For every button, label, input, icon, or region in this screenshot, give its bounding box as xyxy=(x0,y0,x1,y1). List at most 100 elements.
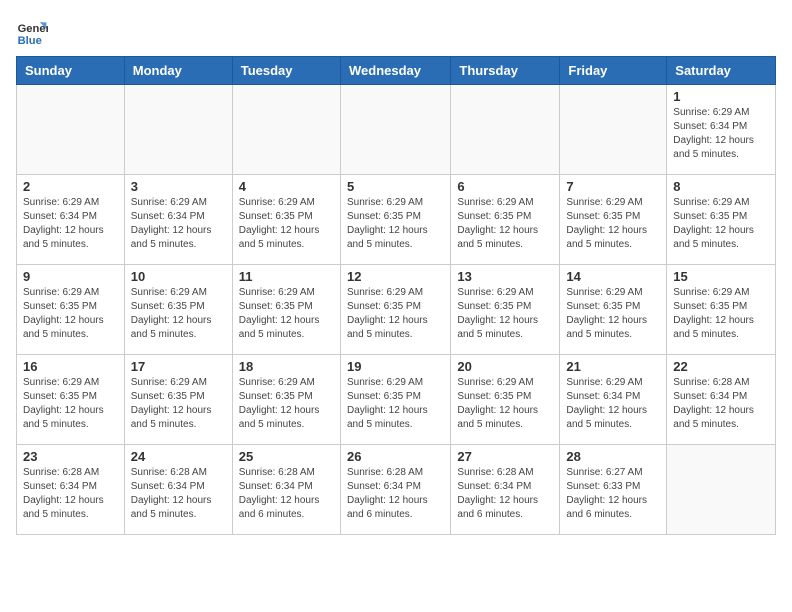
calendar-cell: 4 Sunrise: 6:29 AM Sunset: 6:35 PM Daylig… xyxy=(232,175,340,265)
day-number: 11 xyxy=(239,269,334,284)
day-number: 9 xyxy=(23,269,118,284)
day-info: Sunrise: 6:29 AM Sunset: 6:35 PM Dayligh… xyxy=(673,286,769,342)
week-row-5: 23 Sunrise: 6:28 AM Sunset: 6:34 PM Dayli… xyxy=(17,445,776,535)
day-number: 12 xyxy=(347,269,444,284)
calendar-cell xyxy=(560,85,667,175)
calendar-cell: 18Sunrise: 6:29 AM Sunset: 6:35 PM Dayli… xyxy=(232,355,340,445)
day-info: Sunrise: 6:29 AM Sunset: 6:35 PM Dayligh… xyxy=(239,196,334,252)
calendar-cell: 12 Sunrise: 6:29 AM Sunset: 6:35 PM Dayli… xyxy=(340,265,450,355)
day-info: Sunrise: 6:28 AM Sunset: 6:34 PM Dayligh… xyxy=(673,376,769,432)
week-row-3: 9 Sunrise: 6:29 AM Sunset: 6:35 PM Daylig… xyxy=(17,265,776,355)
day-number: 17 xyxy=(131,359,226,374)
day-info: Sunrise: 6:29 AM Sunset: 6:34 PM Dayligh… xyxy=(131,196,226,252)
day-number: 1 xyxy=(673,89,769,104)
calendar-cell: 6 Sunrise: 6:29 AM Sunset: 6:35 PM Daylig… xyxy=(451,175,560,265)
calendar-cell: 7 Sunrise: 6:29 AM Sunset: 6:35 PM Daylig… xyxy=(560,175,667,265)
day-info: Sunrise: 6:29 AM Sunset: 6:34 PM Dayligh… xyxy=(673,106,769,162)
calendar-cell: 23 Sunrise: 6:28 AM Sunset: 6:34 PM Dayli… xyxy=(17,445,125,535)
calendar-cell: 5 Sunrise: 6:29 AM Sunset: 6:35 PM Daylig… xyxy=(340,175,450,265)
day-header-sunday: Sunday xyxy=(17,57,125,85)
day-info: Sunrise: 6:28 AM Sunset: 6:34 PM Dayligh… xyxy=(457,466,553,522)
week-row-1: 1 Sunrise: 6:29 AM Sunset: 6:34 PM Daylig… xyxy=(17,85,776,175)
calendar-cell: 21 Sunrise: 6:29 AM Sunset: 6:34 PM Dayli… xyxy=(560,355,667,445)
calendar-cell: 16 Sunrise: 6:29 AM Sunset: 6:35 PM Dayli… xyxy=(17,355,125,445)
day-header-thursday: Thursday xyxy=(451,57,560,85)
day-number: 5 xyxy=(347,179,444,194)
calendar-cell: 3 Sunrise: 6:29 AM Sunset: 6:34 PM Daylig… xyxy=(124,175,232,265)
day-info: Sunrise: 6:28 AM Sunset: 6:34 PM Dayligh… xyxy=(239,466,334,522)
day-info: Sunrise: 6:29 AM Sunset: 6:34 PM Dayligh… xyxy=(23,196,118,252)
day-header-tuesday: Tuesday xyxy=(232,57,340,85)
day-number: 4 xyxy=(239,179,334,194)
day-info: Sunrise: 6:29 AM Sunset: 6:35 PM Dayligh… xyxy=(347,286,444,342)
calendar-cell: 11 Sunrise: 6:29 AM Sunset: 6:35 PM Dayli… xyxy=(232,265,340,355)
day-info: Sunrise: 6:29 AM Sunset: 6:35 PM Dayligh… xyxy=(23,286,118,342)
day-number: 15 xyxy=(673,269,769,284)
calendar-cell: 8 Sunrise: 6:29 AM Sunset: 6:35 PM Daylig… xyxy=(667,175,776,265)
day-info: Sunrise: 6:29 AM Sunset: 6:35 PM Dayligh… xyxy=(673,196,769,252)
calendar-cell xyxy=(451,85,560,175)
logo-icon: General Blue xyxy=(16,16,48,48)
calendar-cell: 22 Sunrise: 6:28 AM Sunset: 6:34 PM Dayli… xyxy=(667,355,776,445)
day-number: 7 xyxy=(566,179,660,194)
calendar-cell: 27 Sunrise: 6:28 AM Sunset: 6:34 PM Dayli… xyxy=(451,445,560,535)
calendar-cell xyxy=(124,85,232,175)
calendar-table: SundayMondayTuesdayWednesdayThursdayFrid… xyxy=(16,56,776,535)
day-number: 27 xyxy=(457,449,553,464)
day-number: 19 xyxy=(347,359,444,374)
week-row-4: 16 Sunrise: 6:29 AM Sunset: 6:35 PM Dayli… xyxy=(17,355,776,445)
day-info: Sunrise: 6:29 AM Sunset: 6:35 PM Dayligh… xyxy=(347,376,444,432)
svg-text:Blue: Blue xyxy=(18,35,42,47)
calendar-cell: 28 Sunrise: 6:27 AM Sunset: 6:33 PM Dayli… xyxy=(560,445,667,535)
day-header-saturday: Saturday xyxy=(667,57,776,85)
calendar-cell xyxy=(232,85,340,175)
calendar-cell: 20Sunrise: 6:29 AM Sunset: 6:35 PM Dayli… xyxy=(451,355,560,445)
calendar-cell: 26 Sunrise: 6:28 AM Sunset: 6:34 PM Dayli… xyxy=(340,445,450,535)
day-info: Sunrise: 6:29 AM Sunset: 6:35 PM Dayligh… xyxy=(457,286,553,342)
calendar-cell xyxy=(17,85,125,175)
day-number: 26 xyxy=(347,449,444,464)
day-number: 18 xyxy=(239,359,334,374)
calendar-cell: 2 Sunrise: 6:29 AM Sunset: 6:34 PM Daylig… xyxy=(17,175,125,265)
calendar-cell: 10 Sunrise: 6:29 AM Sunset: 6:35 PM Dayli… xyxy=(124,265,232,355)
day-info: Sunrise: 6:28 AM Sunset: 6:34 PM Dayligh… xyxy=(23,466,118,522)
calendar-cell: 25 Sunrise: 6:28 AM Sunset: 6:34 PM Dayli… xyxy=(232,445,340,535)
calendar-cell: 1 Sunrise: 6:29 AM Sunset: 6:34 PM Daylig… xyxy=(667,85,776,175)
day-number: 10 xyxy=(131,269,226,284)
day-info: Sunrise: 6:29 AM Sunset: 6:35 PM Dayligh… xyxy=(347,196,444,252)
day-number: 16 xyxy=(23,359,118,374)
calendar-cell: 15 Sunrise: 6:29 AM Sunset: 6:35 PM Dayli… xyxy=(667,265,776,355)
day-info: Sunrise: 6:29 AM Sunset: 6:35 PM Dayligh… xyxy=(457,196,553,252)
calendar-cell: 17Sunrise: 6:29 AM Sunset: 6:35 PM Dayli… xyxy=(124,355,232,445)
calendar-cell xyxy=(667,445,776,535)
day-number: 13 xyxy=(457,269,553,284)
day-number: 6 xyxy=(457,179,553,194)
day-info: Sunrise: 6:29 AM Sunset: 6:34 PM Dayligh… xyxy=(566,376,660,432)
day-number: 8 xyxy=(673,179,769,194)
day-number: 24 xyxy=(131,449,226,464)
day-info: Sunrise: 6:29 AM Sunset: 6:35 PM Dayligh… xyxy=(131,286,226,342)
day-info: Sunrise: 6:27 AM Sunset: 6:33 PM Dayligh… xyxy=(566,466,660,522)
calendar-cell: 13 Sunrise: 6:29 AM Sunset: 6:35 PM Dayli… xyxy=(451,265,560,355)
day-number: 14 xyxy=(566,269,660,284)
calendar-cell: 14 Sunrise: 6:29 AM Sunset: 6:35 PM Dayli… xyxy=(560,265,667,355)
calendar-cell xyxy=(340,85,450,175)
day-info: Sunrise: 6:29 AM Sunset: 6:35 PM Dayligh… xyxy=(566,286,660,342)
day-number: 23 xyxy=(23,449,118,464)
day-info: Sunrise: 6:29 AM Sunset: 6:35 PM Dayligh… xyxy=(239,286,334,342)
calendar-header-row: SundayMondayTuesdayWednesdayThursdayFrid… xyxy=(17,57,776,85)
logo: General Blue xyxy=(16,16,52,48)
day-number: 21 xyxy=(566,359,660,374)
day-number: 25 xyxy=(239,449,334,464)
day-info: Sunrise: 6:29 AM Sunset: 6:35 PM Dayligh… xyxy=(566,196,660,252)
day-number: 22 xyxy=(673,359,769,374)
day-number: 3 xyxy=(131,179,226,194)
day-number: 28 xyxy=(566,449,660,464)
day-header-monday: Monday xyxy=(124,57,232,85)
day-info: Sunrise: 6:28 AM Sunset: 6:34 PM Dayligh… xyxy=(347,466,444,522)
day-info: Sunrise: 6:29 AM Sunset: 6:35 PM Dayligh… xyxy=(23,376,118,432)
day-header-friday: Friday xyxy=(560,57,667,85)
day-header-wednesday: Wednesday xyxy=(340,57,450,85)
day-number: 2 xyxy=(23,179,118,194)
calendar-cell: 9 Sunrise: 6:29 AM Sunset: 6:35 PM Daylig… xyxy=(17,265,125,355)
